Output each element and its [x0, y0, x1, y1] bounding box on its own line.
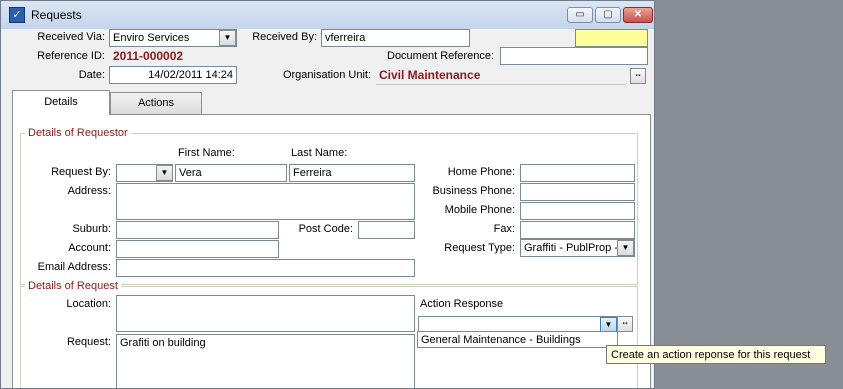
- tab-actions[interactable]: Actions: [110, 92, 202, 114]
- home-phone-input[interactable]: [520, 164, 635, 182]
- app-icon: ✓: [9, 7, 25, 23]
- account-input[interactable]: [116, 240, 279, 258]
- reference-id-label: Reference ID:: [37, 50, 105, 62]
- title-bar: [1, 1, 654, 29]
- request-textarea[interactable]: Grafiti on building: [116, 334, 415, 388]
- suburb-input[interactable]: [116, 221, 279, 239]
- close-button[interactable]: ✕: [623, 7, 653, 23]
- request-label: Request:: [66, 336, 111, 348]
- request-type-dropdown-icon[interactable]: ▼: [617, 240, 634, 256]
- org-unit-underline: [376, 84, 626, 85]
- received-via-value: Enviro Services: [113, 32, 190, 44]
- received-via-dropdown-icon[interactable]: ▼: [219, 30, 236, 46]
- requestor-group-title: Details of Requestor: [25, 127, 131, 139]
- first-name-input[interactable]: Vera: [175, 164, 287, 182]
- request-type-value: Graffiti - PublProp - N: [524, 242, 629, 254]
- request-type-label: Request Type:: [444, 242, 515, 254]
- address-input[interactable]: [116, 183, 415, 220]
- request-by-dropdown-icon[interactable]: ▼: [156, 165, 173, 181]
- status-indicator: [575, 29, 648, 47]
- email-label: Email Address:: [37, 261, 111, 273]
- org-unit-label: Organisation Unit:: [282, 69, 371, 81]
- date-label: Date:: [78, 69, 105, 81]
- email-input[interactable]: [116, 259, 415, 277]
- location-label: Location:: [66, 298, 111, 310]
- last-name-input[interactable]: Ferreira: [289, 164, 415, 182]
- create-action-response-button[interactable]: ..: [617, 316, 633, 332]
- location-input[interactable]: [116, 295, 415, 332]
- document-reference-label: Document Reference:: [387, 50, 494, 62]
- maximize-button[interactable]: ▢: [595, 7, 621, 23]
- request-group-title: Details of Request: [25, 280, 121, 292]
- minimize-button[interactable]: ▭: [567, 7, 593, 23]
- fax-label: Fax:: [493, 223, 515, 235]
- received-by-input[interactable]: vferreira: [321, 29, 470, 47]
- action-response-option[interactable]: General Maintenance - Buildings: [417, 331, 618, 348]
- tooltip: Create an action reponse for this reques…: [606, 345, 826, 364]
- account-label: Account:: [68, 242, 111, 254]
- request-by-label: Request By:: [51, 166, 111, 178]
- received-via-select[interactable]: Enviro Services: [109, 29, 237, 47]
- window-title: Requests: [31, 8, 82, 22]
- action-response-label: Action Response: [420, 298, 504, 310]
- post-code-label: Post Code:: [298, 223, 353, 235]
- suburb-label: Suburb:: [72, 223, 111, 235]
- first-name-label: First Name:: [178, 147, 235, 159]
- document-reference-input[interactable]: [500, 47, 648, 65]
- tab-details[interactable]: Details: [12, 90, 110, 115]
- business-phone-label: Business Phone:: [432, 185, 515, 197]
- business-phone-input[interactable]: [520, 183, 635, 201]
- mobile-phone-label: Mobile Phone:: [444, 204, 515, 216]
- mobile-phone-input[interactable]: [520, 202, 635, 220]
- post-code-input[interactable]: [358, 221, 415, 239]
- fax-input[interactable]: [520, 221, 635, 239]
- home-phone-label: Home Phone:: [447, 166, 515, 178]
- last-name-label: Last Name:: [291, 147, 348, 159]
- reference-id-value: 2011-000002: [113, 49, 184, 63]
- received-by-label: Received By:: [252, 31, 317, 43]
- date-input[interactable]: 14/02/2011 14:24: [109, 66, 237, 84]
- received-via-label: Received Via:: [37, 31, 105, 43]
- org-unit-value: Civil Maintenance: [379, 68, 481, 82]
- address-label: Address:: [67, 185, 111, 197]
- org-unit-lookup-button[interactable]: ..: [630, 68, 646, 84]
